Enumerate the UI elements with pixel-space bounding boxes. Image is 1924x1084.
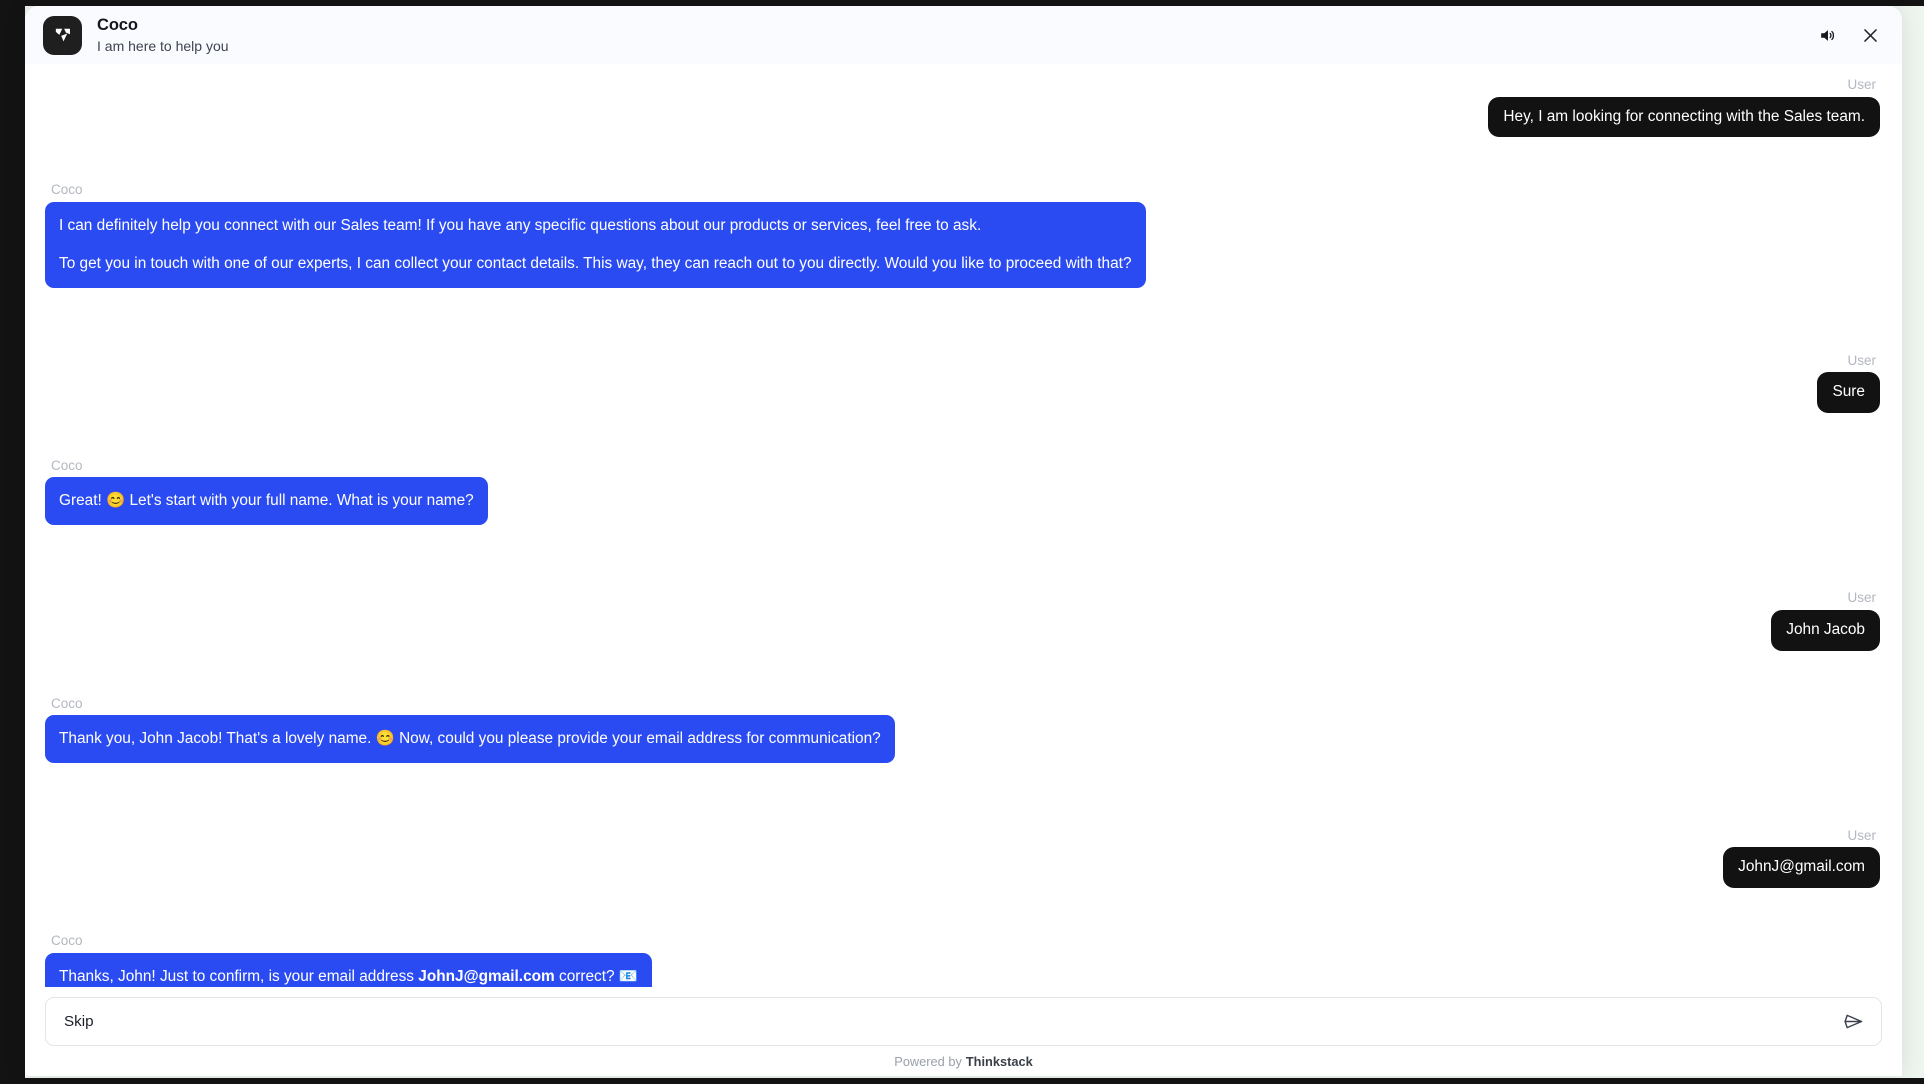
message-author: Coco <box>51 457 83 473</box>
message-bubble: Great! 😊 Let's start with your full name… <box>45 477 488 526</box>
brand-text: Coco I am here to help you <box>97 16 229 54</box>
message-bubble: Thank you, John Jacob! That's a lovely n… <box>45 715 895 763</box>
message-bubble: Hey, I am looking for connecting with th… <box>1488 96 1880 138</box>
chat-widget: Coco I am here to help you User Hey, I a… <box>25 6 1902 1076</box>
message-bubble: Thanks, John! Just to confirm, is your e… <box>45 952 653 987</box>
chat-subtitle: I am here to help you <box>97 37 229 54</box>
composer[interactable] <box>45 997 1882 1046</box>
message-author: User <box>1847 827 1876 843</box>
message-author: Coco <box>51 933 83 949</box>
powered-by-footer: Powered by Thinkstack <box>25 1046 1902 1076</box>
bot-message-row: Coco Great! 😊 Let's start with your full … <box>45 457 1880 526</box>
message-author: Coco <box>51 182 83 198</box>
message-bubble: JohnJ@gmail.com <box>1723 847 1880 889</box>
message-author: User <box>1847 77 1876 92</box>
thinkstack-logo-icon <box>43 15 82 55</box>
powered-by-prefix: Powered by <box>894 1053 962 1069</box>
bot-message-row: Coco Thanks, John! Just to confirm, is yo… <box>45 934 1880 987</box>
send-paper-plane-icon <box>1843 1014 1862 1029</box>
message-author: User <box>1847 590 1876 606</box>
composer-area <box>25 987 1902 1046</box>
user-message-row: User Sure <box>45 354 1880 413</box>
message-bubble: John Jacob <box>1771 609 1880 651</box>
user-message-row: User Hey, I am looking for connecting wit… <box>45 77 1880 138</box>
message-author: User <box>1847 352 1876 368</box>
send-button[interactable] <box>1831 1002 1875 1042</box>
user-message-row: User JohnJ@gmail.com <box>45 827 1880 889</box>
chat-header: Coco I am here to help you <box>25 6 1902 64</box>
message-bubble: I can definitely help you connect with o… <box>45 201 1146 288</box>
user-message-row: User John Jacob <box>45 590 1880 651</box>
message-input[interactable] <box>64 998 1831 1045</box>
screen: Coco I am here to help you User Hey, I a… <box>0 0 1924 1084</box>
bot-message-row: Coco I can definitely help you connect wi… <box>45 182 1880 288</box>
header-actions <box>1818 26 1880 45</box>
message-list[interactable]: User Hey, I am looking for connecting wit… <box>25 64 1902 987</box>
powered-by-brand: Thinkstack <box>965 1053 1033 1069</box>
message-bubble: Sure <box>1817 372 1880 413</box>
message-author: Coco <box>51 695 83 711</box>
speaker-volume-icon[interactable] <box>1818 26 1837 45</box>
close-icon[interactable] <box>1861 26 1880 45</box>
bot-message-row: Coco Thank you, John Jacob! That's a love… <box>45 697 1880 763</box>
chat-title: Coco <box>97 15 138 34</box>
